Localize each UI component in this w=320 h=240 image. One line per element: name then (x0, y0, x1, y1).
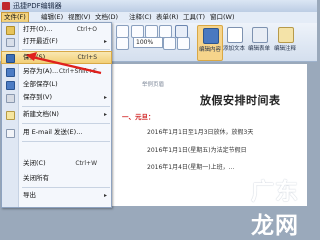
document-line: 2016年1月4日(星期一)上班，... (147, 164, 235, 171)
app-logo-icon (2, 2, 10, 10)
edit-comment-label: 编辑注释 (273, 46, 296, 52)
submenu-arrow-icon: ▸ (103, 192, 107, 199)
save-disk-icon (6, 54, 15, 63)
menu-separator (22, 106, 110, 107)
menu-close-label: 关闭(C) (23, 159, 46, 167)
actual-size-icon[interactable] (177, 37, 190, 50)
edit-comment-icon (278, 27, 294, 43)
add-text-icon (227, 27, 243, 43)
watermark-text: 广东龙网 (251, 178, 299, 239)
menu-send-email[interactable]: 用 E-mail 发送(E)... (2, 127, 111, 138)
menu-separator (22, 123, 110, 124)
menu-save-all[interactable]: 全部保存(L) (2, 79, 111, 90)
menu-save-as-label: 另存为(A)... (23, 67, 59, 75)
new-document-icon (6, 111, 15, 120)
document-line: 2016年1月1日至1月3日放休，放假3天 (147, 129, 254, 136)
menu-save-label: 保存(S) (23, 53, 46, 61)
folder-open-icon (6, 26, 15, 35)
window-title: 迅捷PDF编辑器 (13, 2, 62, 10)
menu-save[interactable]: 保存(S) Ctrl+S (1, 51, 112, 64)
zoom-level-field[interactable]: 100% (133, 37, 163, 48)
file-menu-dropdown: 打开(O)... Ctrl+O 打开最近(F) ▸ 保存(S) Ctrl+S 另… (1, 22, 112, 208)
edit-form-button[interactable]: 编辑表单 (247, 25, 271, 59)
edit-content-icon (203, 28, 219, 44)
page-header-text: 举例页眉 (142, 82, 165, 88)
menu-open-recent[interactable]: 打开最近(F) ▸ (2, 36, 111, 47)
menu-save-as[interactable]: 另存为(A)... Ctrl+Shift+S (2, 66, 111, 77)
document-line: 2016年1月1日(星期五)为法定节假日 (147, 147, 247, 154)
recent-files-icon (6, 38, 15, 47)
menu-separator (22, 187, 110, 188)
menu-close-all[interactable]: 关闭所有 (2, 173, 111, 184)
menu-open-label: 打开(O)... (23, 25, 53, 33)
menu-export[interactable]: 导出 ▸ (2, 190, 111, 201)
menu-save-to-label: 保存到(V) (23, 93, 53, 101)
menu-close-all-label: 关闭所有 (23, 174, 49, 182)
menu-comment[interactable]: 注释(C) (127, 12, 154, 23)
rotate-icon[interactable] (116, 37, 129, 50)
menu-open-shortcut: Ctrl+O (76, 26, 97, 33)
edit-comment-button[interactable]: 编辑注释 (273, 25, 297, 59)
menu-window[interactable]: 窗口(W) (208, 12, 237, 23)
menu-save-shortcut: Ctrl+S (77, 54, 97, 61)
save-to-icon (6, 94, 15, 103)
edit-form-icon (252, 27, 268, 43)
save-all-icon (6, 81, 15, 90)
add-text-button[interactable]: 添加文本 (222, 25, 246, 59)
menu-tools[interactable]: 工具(T) (181, 12, 207, 23)
menu-open-recent-label: 打开最近(F) (23, 37, 58, 45)
fit-width-icon[interactable] (163, 37, 176, 50)
document-title: 放假安排时间表 (200, 94, 281, 107)
edit-content-button[interactable]: 编辑内容 (197, 25, 223, 61)
section-heading: 一、元旦： (122, 113, 155, 121)
menu-save-to[interactable]: 保存到(V) ▸ (2, 92, 111, 103)
menu-form[interactable]: 表单(R) (154, 12, 181, 23)
menu-send-email-label: 用 E-mail 发送(E)... (23, 128, 83, 136)
submenu-arrow-icon: ▸ (103, 94, 107, 101)
menu-save-as-shortcut: Ctrl+Shift+S (58, 68, 97, 75)
menu-new-document[interactable]: 新建文档(N) ▸ (2, 109, 111, 120)
menu-export-label: 导出 (23, 191, 36, 199)
menu-close-shortcut: Ctrl+W (75, 160, 97, 167)
menu-close[interactable]: 关闭(C) Ctrl+W (2, 158, 111, 169)
menu-save-all-label: 全部保存(L) (23, 80, 58, 88)
submenu-arrow-icon: ▸ (103, 111, 107, 118)
menu-new-document-label: 新建文档(N) (23, 110, 59, 118)
save-as-icon (6, 68, 15, 77)
menu-separator (22, 49, 110, 50)
email-icon (6, 129, 15, 138)
menu-separator (22, 141, 110, 142)
submenu-arrow-icon: ▸ (103, 38, 107, 45)
menu-open[interactable]: 打开(O)... Ctrl+O (2, 24, 111, 35)
